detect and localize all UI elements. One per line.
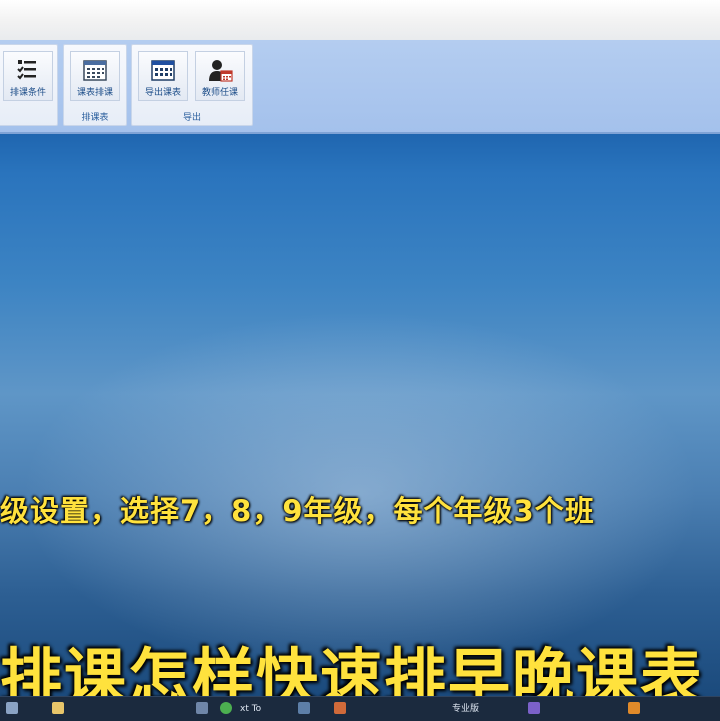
timetable-schedule-button[interactable]: 课表排课 [70, 51, 120, 101]
schedule-conditions-button[interactable]: 排课条件 [3, 51, 53, 101]
taskbar-item-label[interactable]: xt To [240, 701, 261, 717]
teacher-assignment-button[interactable]: 教师任课 [195, 51, 245, 101]
schedule-conditions-label: 排课条件 [9, 88, 46, 98]
ribbon-group-export-label: 导出 [182, 113, 201, 123]
list-settings-icon [17, 60, 36, 80]
calendar-icon [83, 60, 107, 81]
calendar-export-icon [151, 60, 175, 81]
subtitle-line-1: 级设置，选择7，8，9年级，每个年级3个班 [0, 494, 595, 528]
teacher-schedule-icon [209, 60, 233, 82]
window-titlebar [0, 0, 720, 41]
teacher-assignment-label: 教师任课 [201, 88, 238, 98]
ribbon-toolbar: 排课条件 课表排课 排课表 导出课表 教师任课 导出 [0, 40, 720, 134]
ribbon-group-schedule: 课表排课 排课表 [63, 44, 127, 126]
taskbar-app-icon[interactable] [196, 702, 208, 714]
taskbar-app-icon[interactable] [528, 702, 540, 714]
ribbon-group-conditions: 排课条件 [0, 44, 58, 126]
taskbar-app-icon[interactable] [6, 702, 18, 714]
folder-icon[interactable] [52, 702, 64, 714]
timetable-schedule-label: 课表排课 [76, 88, 113, 98]
taskbar-app-icon[interactable] [628, 702, 640, 714]
taskbar-item-label[interactable]: 专业版 [452, 701, 479, 717]
taskbar-app-icon[interactable] [298, 702, 310, 714]
taskbar-app-icon[interactable] [334, 702, 346, 714]
export-timetable-button[interactable]: 导出课表 [138, 51, 188, 101]
ribbon-group-schedule-label: 排课表 [81, 113, 109, 123]
ribbon-group-export: 导出课表 教师任课 导出 [131, 44, 253, 126]
desktop-background [0, 134, 720, 696]
export-timetable-label: 导出课表 [144, 88, 181, 98]
taskbar: xt To 专业版 [0, 696, 720, 721]
chrome-icon[interactable] [220, 702, 232, 714]
